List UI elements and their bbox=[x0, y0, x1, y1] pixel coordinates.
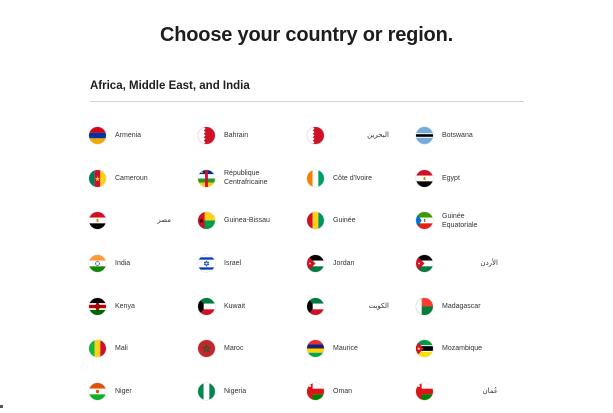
section-divider bbox=[90, 101, 524, 102]
country-link-guinee[interactable]: Guinée bbox=[307, 199, 416, 242]
country-link-oman[interactable]: Oman bbox=[307, 370, 416, 413]
jordan-flag-icon bbox=[416, 254, 433, 272]
botswana-flag-icon bbox=[416, 126, 433, 144]
bahrain-flag-icon bbox=[198, 126, 215, 144]
country-link-armenia[interactable]: Armenia bbox=[89, 114, 198, 157]
nigeria-flag-icon bbox=[198, 382, 215, 400]
bahrain-flag-icon bbox=[307, 126, 324, 144]
country-label: Kuwait bbox=[224, 302, 246, 310]
country-link-egypt-arabic[interactable]: مصر bbox=[89, 199, 198, 242]
country-link-oman-arabic[interactable]: عُمان bbox=[416, 370, 525, 413]
country-link-bahrain[interactable]: Bahrain bbox=[198, 114, 307, 157]
cameroon-flag-icon bbox=[89, 169, 106, 187]
page-title: Choose your country or region. bbox=[160, 24, 453, 47]
country-link-egypt[interactable]: Egypt bbox=[416, 157, 525, 200]
country-link-guinea-bissau[interactable]: Guinea-Bissau bbox=[198, 199, 307, 242]
armenia-flag-icon bbox=[89, 126, 106, 144]
country-link-cote-divoire[interactable]: Côte d'Ivoire bbox=[307, 157, 416, 200]
country-label: Niger bbox=[115, 387, 132, 395]
morocco-flag-icon bbox=[198, 340, 215, 358]
country-label: Mozambique bbox=[442, 345, 483, 353]
country-link-jordan-arabic[interactable]: الأردن bbox=[416, 242, 525, 285]
country-link-guinee-equatoriale[interactable]: Guinée Equatoriale bbox=[416, 199, 525, 242]
country-label: Cameroun bbox=[115, 174, 148, 182]
country-link-maurice[interactable]: Maurice bbox=[307, 327, 416, 370]
country-link-cameroun[interactable]: Cameroun bbox=[89, 157, 198, 200]
country-label: Côte d'Ivoire bbox=[333, 174, 373, 182]
country-link-central-african-republic[interactable]: République Centrafricaine bbox=[198, 157, 307, 200]
country-label: Guinée bbox=[333, 217, 356, 225]
equatorial-guinea-flag-icon bbox=[416, 212, 433, 230]
country-link-kenya[interactable]: Kenya bbox=[89, 285, 198, 328]
country-label: Maroc bbox=[224, 345, 244, 353]
mali-flag-icon bbox=[89, 340, 106, 358]
country-label: Guinea-Bissau bbox=[224, 217, 270, 225]
kuwait-flag-icon bbox=[307, 297, 324, 315]
country-label: الكويت bbox=[368, 302, 389, 310]
country-label: Kenya bbox=[115, 302, 135, 310]
country-label: الأردن bbox=[480, 259, 498, 267]
country-label: Egypt bbox=[442, 174, 460, 182]
country-label: Armenia bbox=[115, 131, 142, 139]
country-label: عُمان bbox=[482, 387, 499, 395]
india-flag-icon bbox=[89, 254, 106, 272]
country-label: البحرين bbox=[367, 131, 389, 139]
country-link-maroc[interactable]: Maroc bbox=[198, 327, 307, 370]
country-label: Nigeria bbox=[224, 387, 247, 395]
oman-flag-icon bbox=[416, 382, 433, 400]
country-link-mozambique[interactable]: Mozambique bbox=[416, 327, 525, 370]
country-label: مصر bbox=[157, 217, 171, 225]
egypt-flag-icon bbox=[89, 212, 106, 230]
country-link-israel[interactable]: Israel bbox=[198, 242, 307, 285]
country-label: Botswana bbox=[442, 131, 473, 139]
country-label: Bahrain bbox=[224, 131, 249, 139]
country-label: Jordan bbox=[333, 259, 355, 267]
country-label: India bbox=[115, 259, 131, 267]
country-link-kuwait[interactable]: Kuwait bbox=[198, 285, 307, 328]
country-link-jordan[interactable]: Jordan bbox=[307, 242, 416, 285]
country-grid: Armenia Bahrain البحرين Botswana Camerou… bbox=[89, 114, 529, 413]
egypt-flag-icon bbox=[416, 169, 433, 187]
kuwait-flag-icon bbox=[198, 297, 215, 315]
country-link-niger[interactable]: Niger bbox=[89, 370, 198, 413]
country-label: Madagascar bbox=[442, 302, 481, 310]
section-title: Africa, Middle East, and India bbox=[90, 80, 250, 92]
cote-divoire-flag-icon bbox=[307, 169, 324, 187]
country-label: Maurice bbox=[333, 345, 358, 353]
country-link-india[interactable]: India bbox=[89, 242, 198, 285]
guinea-flag-icon bbox=[307, 212, 324, 230]
corner-marker bbox=[0, 405, 3, 408]
country-link-botswana[interactable]: Botswana bbox=[416, 114, 525, 157]
israel-flag-icon bbox=[198, 254, 215, 272]
jordan-flag-icon bbox=[307, 254, 324, 272]
mozambique-flag-icon bbox=[416, 340, 433, 358]
country-link-bahrain-arabic[interactable]: البحرين bbox=[307, 114, 416, 157]
country-link-kuwait-arabic[interactable]: الكويت bbox=[307, 285, 416, 328]
country-link-mali[interactable]: Mali bbox=[89, 327, 198, 370]
country-label: Oman bbox=[333, 387, 353, 395]
oman-flag-icon bbox=[307, 382, 324, 400]
madagascar-flag-icon bbox=[416, 297, 433, 315]
guinea-bissau-flag-icon bbox=[198, 212, 215, 230]
country-label: République Centrafricaine bbox=[224, 170, 268, 187]
country-label: Israel bbox=[224, 259, 242, 267]
mauritius-flag-icon bbox=[307, 340, 324, 358]
country-link-nigeria[interactable]: Nigeria bbox=[198, 370, 307, 413]
central-african-republic-flag-icon bbox=[198, 169, 215, 187]
niger-flag-icon bbox=[89, 382, 106, 400]
kenya-flag-icon bbox=[89, 297, 106, 315]
country-link-madagascar[interactable]: Madagascar bbox=[416, 285, 525, 328]
country-label: Mali bbox=[115, 345, 128, 353]
country-label: Guinée Equatoriale bbox=[442, 212, 478, 229]
